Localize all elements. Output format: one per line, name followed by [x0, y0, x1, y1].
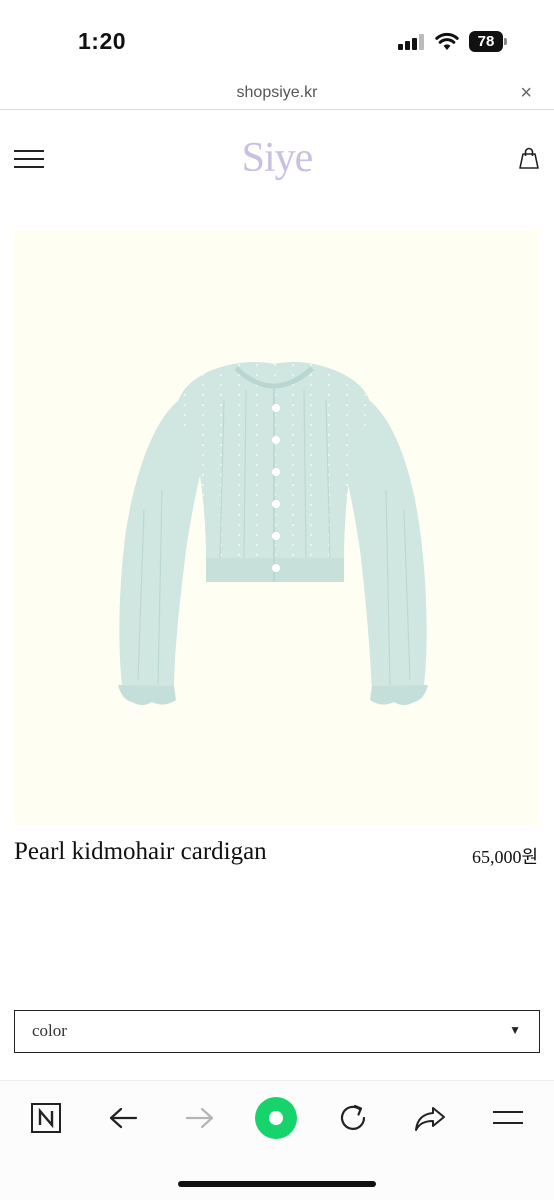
cardigan-illustration: [118, 362, 428, 705]
product-name: Pearl kidmohair cardigan: [14, 838, 267, 865]
refresh-icon[interactable]: [331, 1096, 375, 1140]
close-icon[interactable]: ×: [520, 83, 532, 103]
color-select[interactable]: color ▼: [14, 1010, 540, 1053]
home-green-icon[interactable]: [254, 1096, 298, 1140]
color-select-label: color: [32, 1021, 67, 1040]
url-text[interactable]: shopsiye.kr: [0, 84, 554, 102]
shopping-bag-icon[interactable]: [517, 146, 541, 170]
browser-url-bar[interactable]: shopsiye.kr ×: [0, 80, 554, 110]
menu-icon[interactable]: [486, 1096, 530, 1140]
site-header: Siye: [0, 112, 554, 208]
battery-icon: 78: [469, 31, 507, 52]
product-image[interactable]: [14, 230, 540, 826]
status-time: 1:20: [78, 28, 127, 54]
battery-level: 78: [469, 31, 503, 52]
forward-arrow-icon[interactable]: [178, 1096, 222, 1140]
wifi-icon: [435, 32, 459, 50]
status-bar: 1:20 78: [0, 0, 554, 80]
chevron-down-icon: ▼: [509, 1023, 521, 1037]
cellular-signal-icon: [398, 34, 424, 50]
naver-n-icon[interactable]: [24, 1096, 68, 1140]
site-logo[interactable]: Siye: [0, 134, 554, 182]
home-indicator: [178, 1181, 376, 1187]
product-price: 65,000원: [471, 847, 538, 867]
share-icon[interactable]: [408, 1096, 452, 1140]
back-arrow-icon[interactable]: [101, 1096, 145, 1140]
